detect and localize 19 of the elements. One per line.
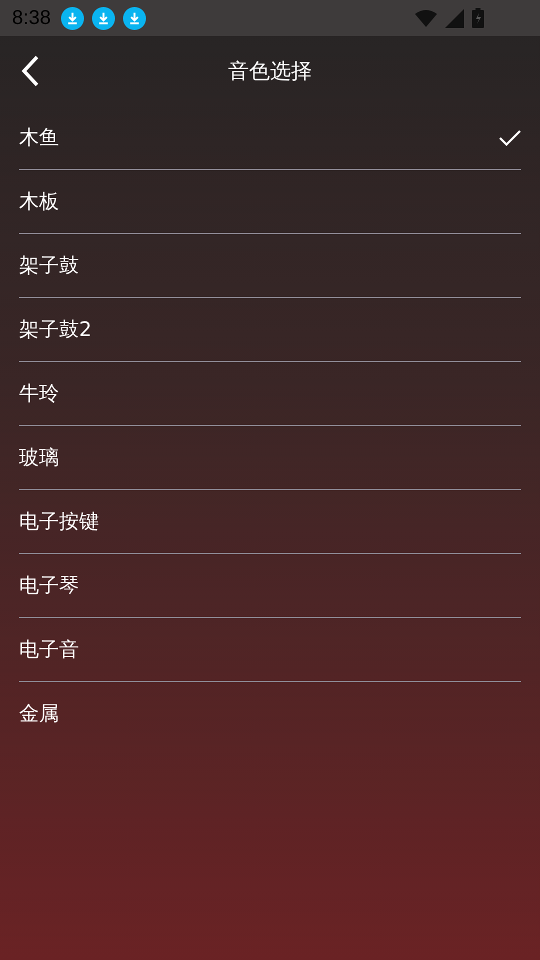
sound-option[interactable]: 电子音 xyxy=(19,618,521,682)
sound-option[interactable]: 木鱼 xyxy=(19,106,521,170)
signal-icon xyxy=(445,8,464,28)
download-icon xyxy=(60,6,84,30)
sound-option[interactable]: 电子按键 xyxy=(19,490,521,554)
page-title: 音色选择 xyxy=(227,58,313,85)
download-icon xyxy=(92,6,115,30)
status-time: 8:38 xyxy=(12,6,51,30)
sound-option[interactable]: 金属 xyxy=(19,682,521,745)
wifi-icon xyxy=(415,9,437,27)
sound-option[interactable]: 电子琴 xyxy=(19,554,521,618)
battery-icon xyxy=(472,8,484,28)
sound-option[interactable]: 木板 xyxy=(19,170,521,234)
checkmark-icon xyxy=(499,130,521,146)
sound-option[interactable]: 玻璃 xyxy=(19,426,521,490)
sound-option[interactable]: 架子鼓 xyxy=(19,234,521,298)
download-icon xyxy=(122,6,146,30)
sound-option[interactable]: 架子鼓2 xyxy=(19,298,521,362)
sound-option[interactable]: 牛玲 xyxy=(19,362,521,426)
